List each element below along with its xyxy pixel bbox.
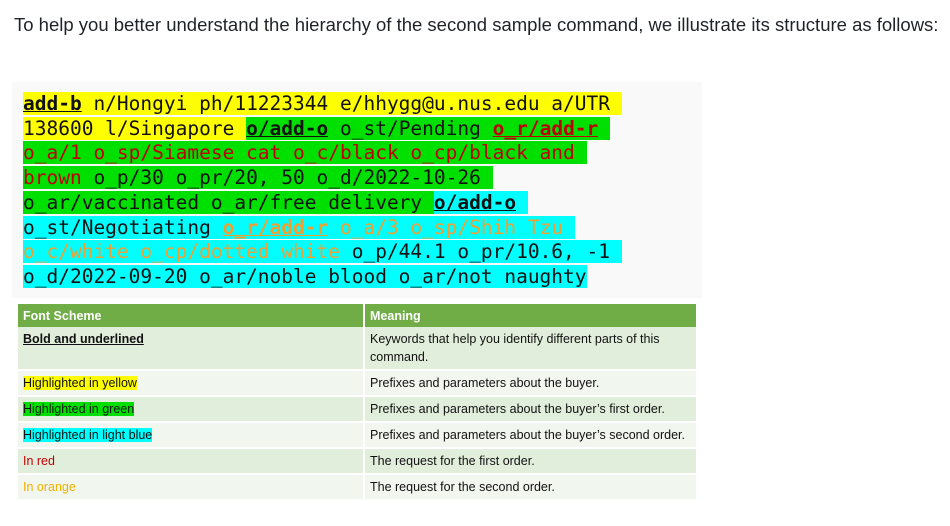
command-segment: 138600 l/Singapore: [23, 116, 247, 140]
command-segment: o_st/Pending: [328, 116, 493, 140]
table-row: Highlighted in yellow Prefixes and param…: [18, 370, 696, 397]
scheme-cell: In red: [18, 448, 365, 475]
meaning-cell: Prefixes and parameters about the buyer.: [364, 370, 696, 397]
font-scheme-table: Font Scheme Meaning Bold and underlined …: [18, 304, 696, 501]
meaning-cell: Prefixes and parameters about the buyer’…: [364, 422, 696, 449]
scheme-label-green: Highlighted in green: [23, 402, 135, 416]
command-segment: o_d/2022-09-20 o_ar/noble blood o_ar/not…: [23, 264, 587, 288]
scheme-cell: Highlighted in light blue: [18, 422, 365, 449]
command-segment: o_a/3 o_sp/Shih Tzu: [328, 215, 575, 239]
command-keyword: o_r/add-r: [222, 215, 329, 239]
meaning-cell: Prefixes and parameters about the buyer’…: [364, 396, 696, 423]
scheme-cell: Highlighted in green: [18, 396, 365, 423]
command-segment: o_p/44.1 o_pr/10.6, -1: [339, 240, 622, 264]
meaning-cell: Keywords that help you identify differen…: [364, 327, 696, 371]
intro-paragraph: To help you better understand the hierar…: [14, 14, 939, 35]
table-row: In red The request for the first order.: [18, 448, 696, 475]
header-font-scheme: Font Scheme: [18, 304, 365, 327]
table-row: In orange The request for the second ord…: [18, 474, 696, 501]
command-segment: o_a/1 o_sp/Siamese cat o_c/black o_cp/bl…: [23, 141, 587, 165]
command-line: add-b n/Hongyi ph/11223344 e/hhygg@u.nus…: [23, 92, 622, 115]
table-row: Bold and underlined Keywords that help y…: [18, 327, 696, 371]
scheme-label-bold-underlined: Bold and underlined: [23, 332, 144, 346]
scheme-label-light-blue: Highlighted in light blue: [23, 428, 153, 442]
scheme-label-orange: In orange: [23, 480, 76, 494]
command-keyword: o/add-o: [433, 190, 517, 214]
header-meaning: Meaning: [364, 304, 696, 327]
command-segment: o_c/white o_cp/dotted white: [23, 240, 340, 264]
command-line: o_c/white o_cp/dotted white o_p/44.1 o_p…: [23, 240, 622, 264]
command-keyword: add-b: [23, 92, 82, 115]
command-line: o_ar/vaccinated o_ar/free delivery o/add…: [23, 190, 528, 214]
command-segment: o_st/Negotiating: [23, 215, 223, 239]
scheme-label-yellow: Highlighted in yellow: [23, 376, 137, 390]
command-line: o_st/Negotiating o_r/add-r o_a/3 o_sp/Sh…: [23, 215, 575, 239]
scheme-cell: Highlighted in yellow: [18, 370, 365, 397]
scheme-cell: In orange: [18, 474, 365, 501]
meaning-cell: The request for the second order.: [364, 474, 696, 501]
table-row: Highlighted in green Prefixes and parame…: [18, 396, 696, 423]
table-header-row: Font Scheme Meaning: [18, 304, 696, 327]
command-segment: brown: [23, 166, 82, 190]
command-keyword: o_r/add-r: [492, 116, 599, 140]
sample-command-code: add-b n/Hongyi ph/11223344 e/hhygg@u.nus…: [23, 92, 693, 290]
command-segment: [516, 190, 528, 214]
scheme-cell: Bold and underlined: [18, 327, 365, 371]
scheme-label-red: In red: [23, 454, 55, 468]
command-line: brown o_p/30 o_pr/20, 50 o_d/2022-10-26: [23, 166, 493, 190]
command-line: o_a/1 o_sp/Siamese cat o_c/black o_cp/bl…: [23, 141, 587, 165]
command-segment: o_ar/vaccinated o_ar/free delivery: [23, 190, 434, 214]
command-segment: [598, 116, 611, 140]
command-line: o_d/2022-09-20 o_ar/noble blood o_ar/not…: [23, 264, 587, 288]
command-keyword: o/add-o: [246, 116, 329, 140]
command-segment: n/Hongyi ph/11223344 e/hhygg@u.nus.edu a…: [81, 92, 622, 115]
table-row: Highlighted in light blue Prefixes and p…: [18, 422, 696, 449]
command-segment: o_p/30 o_pr/20, 50 o_d/2022-10-26: [81, 166, 493, 190]
meaning-cell: The request for the first order.: [364, 448, 696, 475]
command-line: 138600 l/Singapore o/add-o o_st/Pending …: [23, 116, 611, 140]
